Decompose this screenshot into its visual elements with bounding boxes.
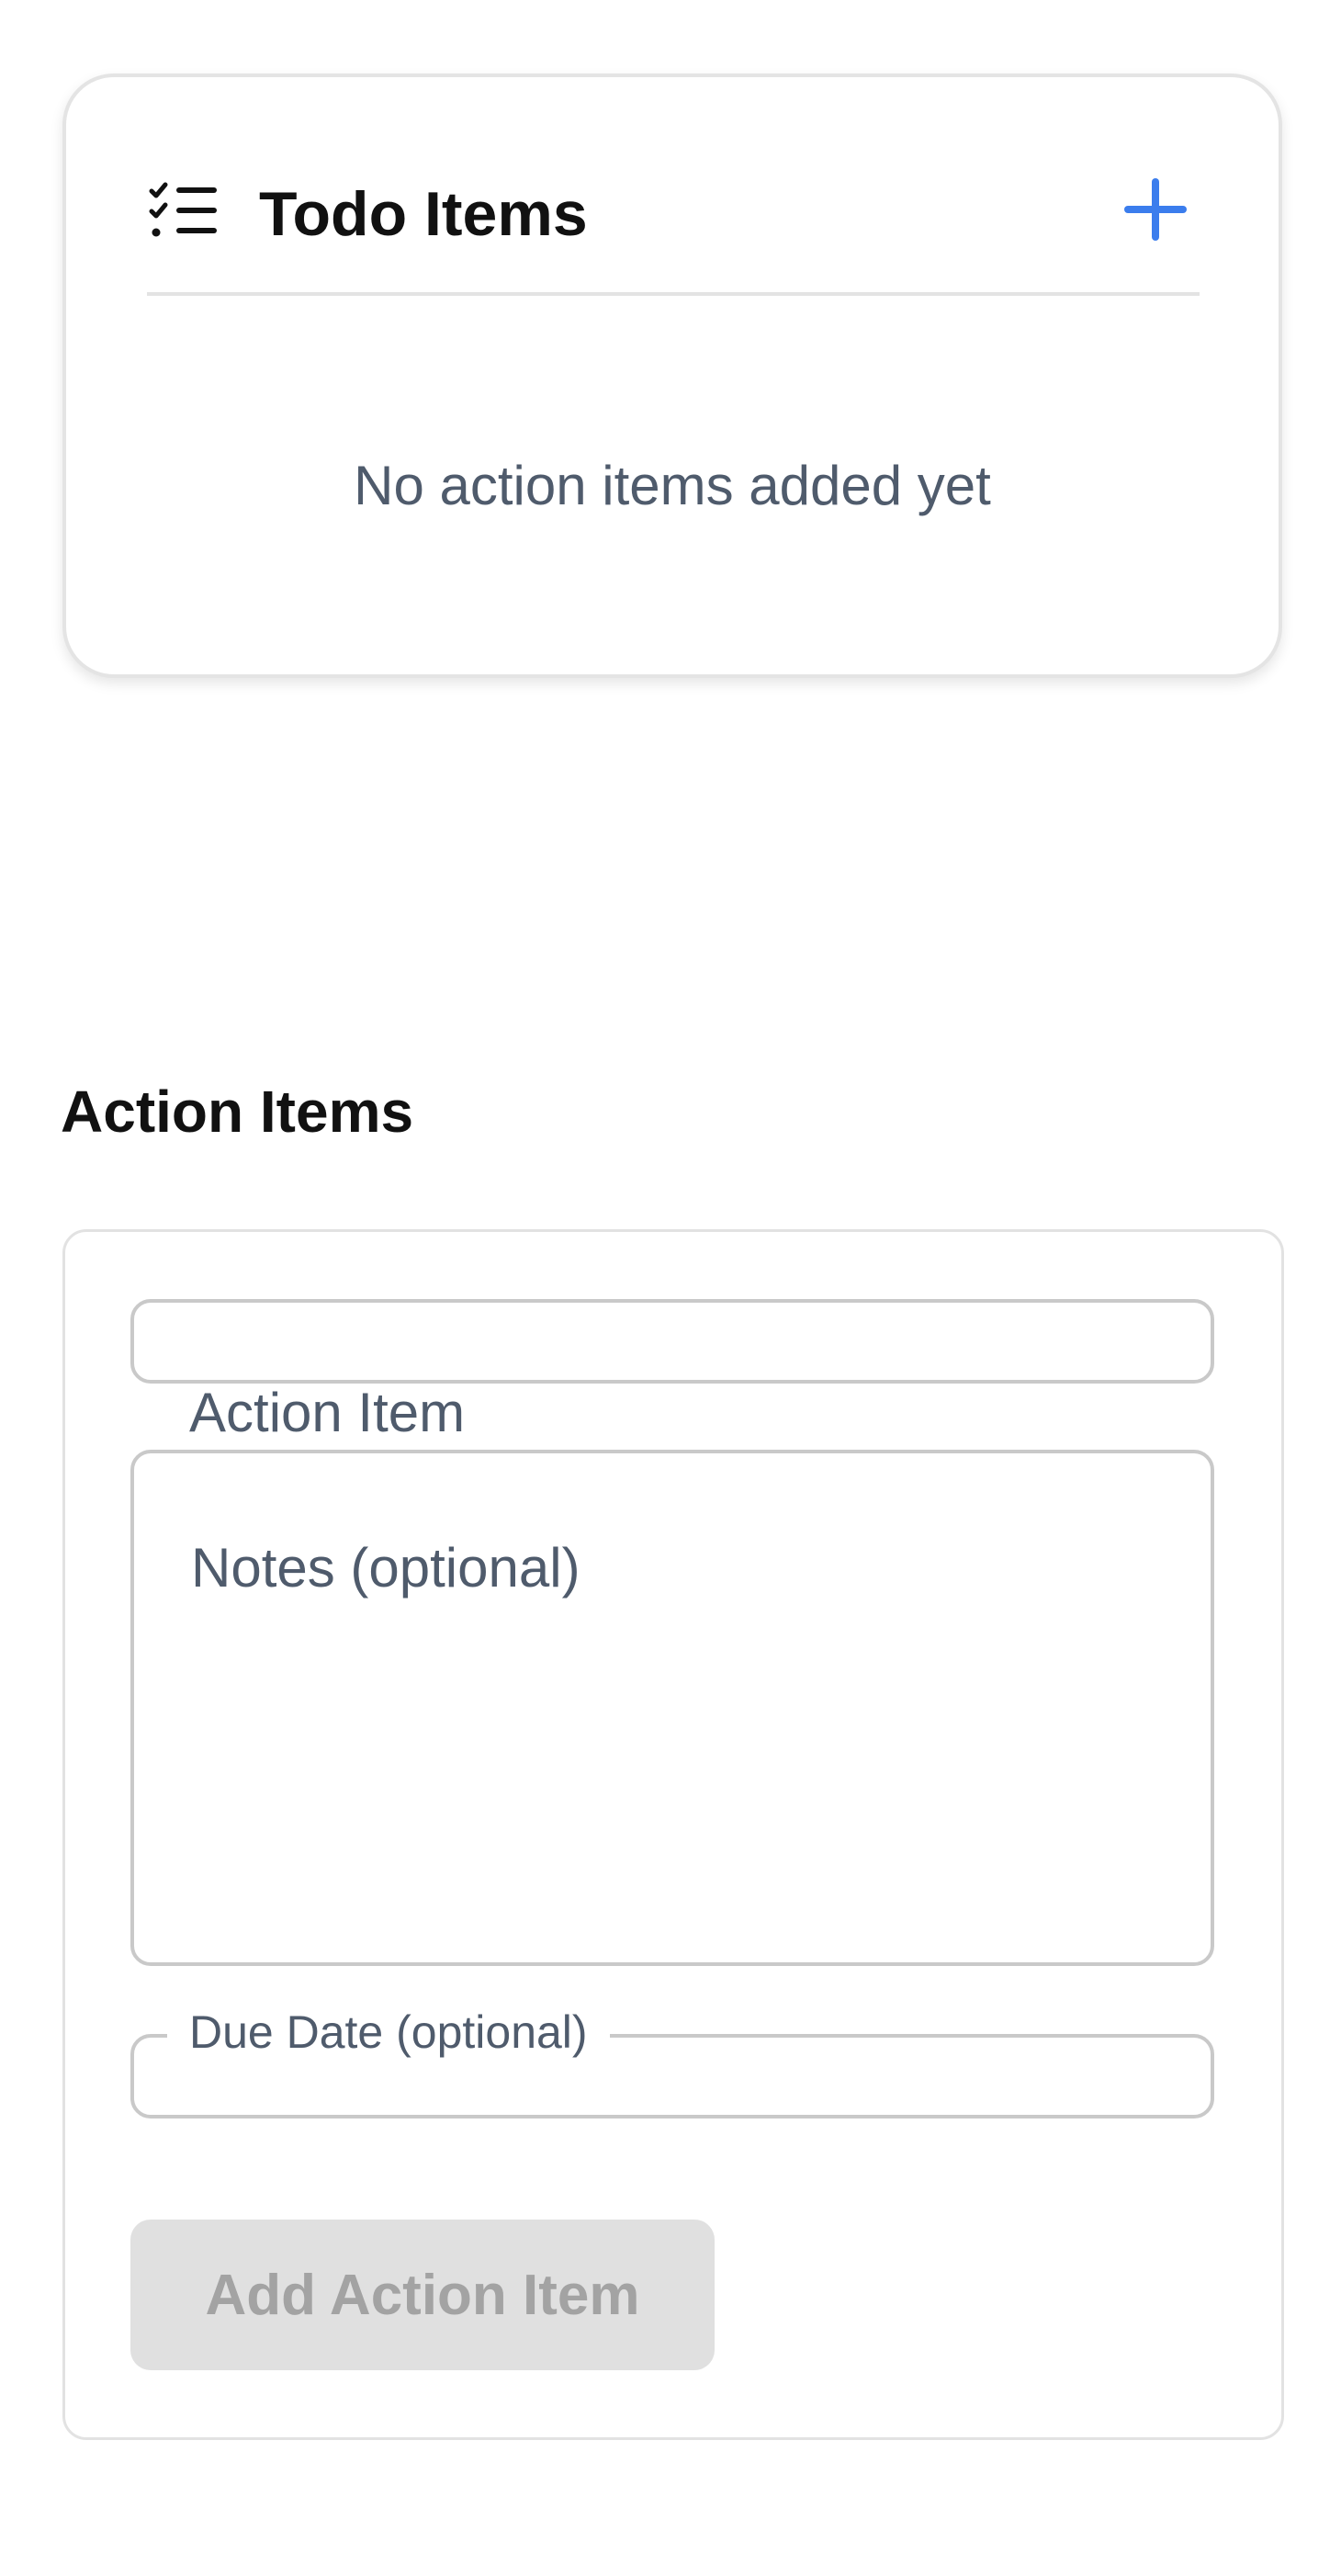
todo-card: Todo Items No action items added yet	[62, 73, 1282, 678]
add-todo-button[interactable]	[1111, 165, 1200, 254]
notes-textarea[interactable]	[134, 1453, 1211, 1962]
action-item-field[interactable]	[130, 1299, 1214, 1384]
action-items-heading: Action Items	[61, 1079, 414, 1145]
action-item-label: Action Item	[189, 1382, 466, 1443]
action-item-input[interactable]	[134, 1303, 1211, 1380]
notes-field[interactable]	[130, 1450, 1214, 1966]
todo-card-header: Todo Items	[147, 165, 1200, 296]
checklist-icon	[149, 182, 219, 239]
plus-icon	[1124, 178, 1187, 241]
due-date-label: Due Date (optional)	[167, 2005, 610, 2060]
empty-state-message: No action items added yet	[354, 455, 991, 516]
todo-card-title: Todo Items	[259, 179, 588, 249]
add-action-item-button[interactable]: Add Action Item	[130, 2220, 715, 2370]
